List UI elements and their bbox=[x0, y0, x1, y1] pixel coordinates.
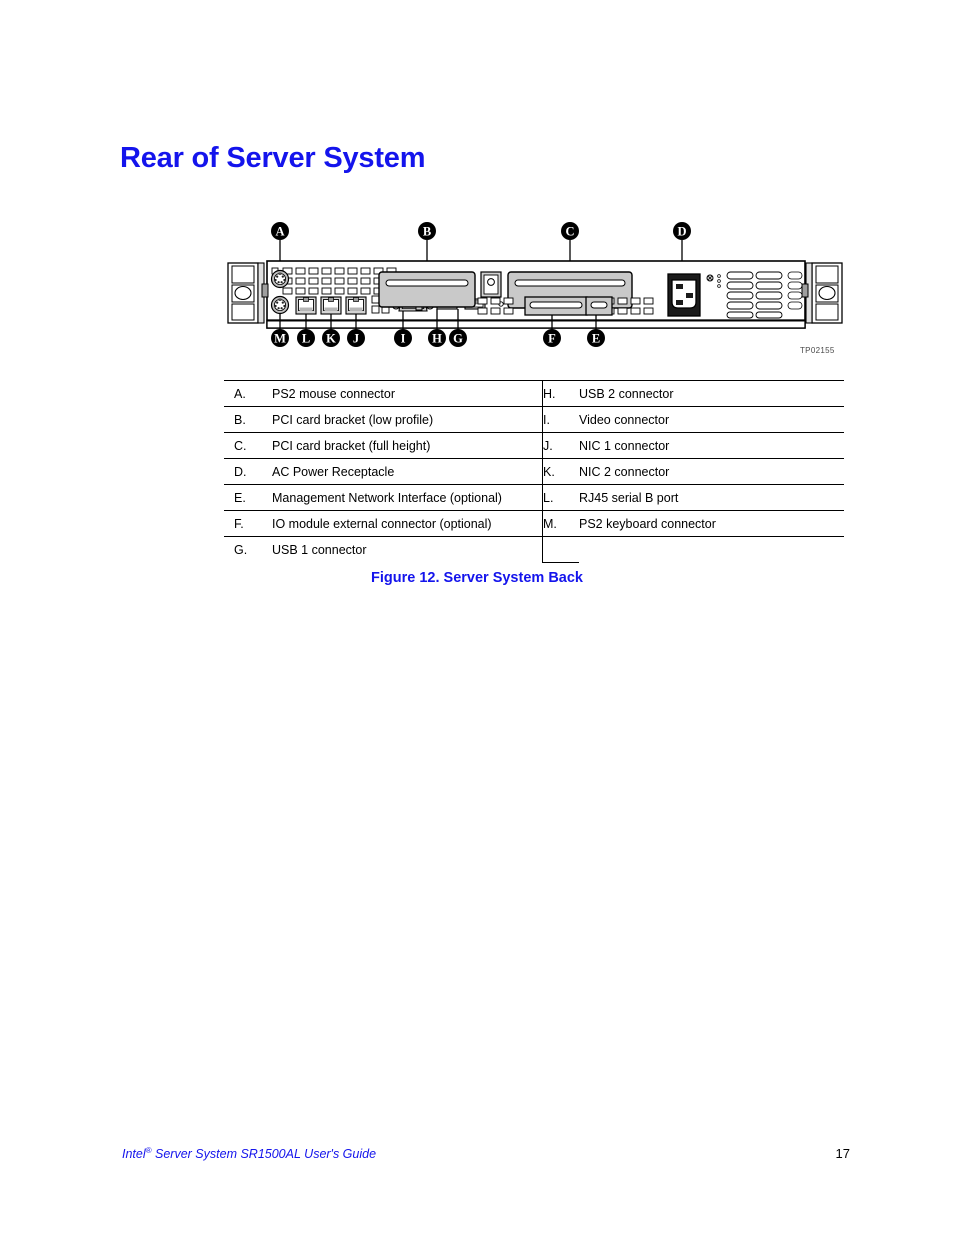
rack-ear-right bbox=[801, 262, 843, 324]
callout-bubble-f: F bbox=[543, 329, 561, 347]
io-module-connector bbox=[524, 296, 588, 316]
legend-key-g: G. bbox=[224, 536, 272, 563]
legend-key-m: M. bbox=[542, 510, 579, 537]
legend-label-g: USB 1 connector bbox=[272, 536, 543, 563]
footer-title-suffix: Server System SR1500AL User's Guide bbox=[151, 1147, 377, 1162]
table-row: A. PS2 mouse connector H. USB 2 connecto… bbox=[224, 380, 844, 407]
pci-bracket-low-profile bbox=[378, 271, 476, 311]
callout-bubble-m: M bbox=[271, 329, 289, 347]
table-row: G. USB 1 connector bbox=[224, 536, 844, 563]
callout-bubble-i: I bbox=[394, 329, 412, 347]
legend-label-k: NIC 2 connector bbox=[579, 458, 844, 485]
legend-label-a: PS2 mouse connector bbox=[272, 380, 543, 407]
svg-text:L: L bbox=[302, 332, 310, 346]
callout-bubble-h: H bbox=[428, 329, 446, 347]
svg-text:I: I bbox=[401, 332, 406, 346]
svg-text:D: D bbox=[677, 225, 686, 239]
legend-key-k: K. bbox=[542, 458, 579, 485]
legend-key-b: B. bbox=[224, 406, 272, 433]
svg-text:F: F bbox=[548, 332, 556, 346]
table-row: D. AC Power Receptacle K. NIC 2 connecto… bbox=[224, 458, 844, 485]
legend-label-blank bbox=[579, 536, 844, 563]
figure-legend-table: A. PS2 mouse connector H. USB 2 connecto… bbox=[224, 380, 844, 563]
ac-power-receptacle bbox=[667, 273, 701, 317]
table-row: F. IO module external connector (optiona… bbox=[224, 510, 844, 537]
management-network-port bbox=[585, 296, 613, 316]
page-title: Rear of Server System bbox=[120, 142, 426, 174]
callout-bubble-a: A bbox=[271, 222, 289, 240]
svg-text:H: H bbox=[432, 332, 442, 346]
legend-label-f: IO module external connector (optional) bbox=[272, 510, 543, 537]
callout-bubble-j: J bbox=[347, 329, 365, 347]
svg-text:J: J bbox=[353, 332, 359, 346]
callout-bubble-l: L bbox=[297, 329, 315, 347]
legend-label-b: PCI card bracket (low profile) bbox=[272, 406, 543, 433]
figure-id-label: TP02155 bbox=[800, 346, 835, 355]
page-number: 17 bbox=[835, 1146, 850, 1161]
legend-key-d: D. bbox=[224, 458, 272, 485]
callout-bubble-d: D bbox=[673, 222, 691, 240]
svg-text:B: B bbox=[423, 225, 431, 239]
footer-document-title: Intel® Server System SR1500AL User's Gui… bbox=[122, 1146, 376, 1161]
ps2-mouse-port bbox=[270, 269, 290, 289]
legend-key-e: E. bbox=[224, 484, 272, 511]
callout-bubble-b: B bbox=[418, 222, 436, 240]
legend-label-c: PCI card bracket (full height) bbox=[272, 432, 543, 459]
rj45-serial-b-port bbox=[295, 296, 317, 315]
legend-key-a: A. bbox=[224, 380, 272, 407]
svg-text:M: M bbox=[274, 332, 286, 346]
server-rear-figure: A B C D M L K J I H G F E bbox=[220, 210, 850, 360]
svg-text:C: C bbox=[565, 225, 574, 239]
table-row: B. PCI card bracket (low profile) I. Vid… bbox=[224, 406, 844, 433]
legend-key-f: F. bbox=[224, 510, 272, 537]
nic-1-port bbox=[345, 296, 367, 315]
legend-key-i: I. bbox=[542, 406, 579, 433]
svg-text:E: E bbox=[592, 332, 600, 346]
svg-text:K: K bbox=[326, 332, 336, 346]
callout-bubble-k: K bbox=[322, 329, 340, 347]
svg-text:G: G bbox=[453, 332, 463, 346]
legend-key-j: J. bbox=[542, 432, 579, 459]
legend-label-h: USB 2 connector bbox=[579, 380, 844, 407]
table-row: E. Management Network Interface (optiona… bbox=[224, 484, 844, 511]
legend-label-m: PS2 keyboard connector bbox=[579, 510, 844, 537]
legend-label-l: RJ45 serial B port bbox=[579, 484, 844, 511]
legend-label-e: Management Network Interface (optional) bbox=[272, 484, 543, 511]
legend-key-h: H. bbox=[542, 380, 579, 407]
nic-2-port bbox=[320, 296, 342, 315]
callout-bubble-e: E bbox=[587, 329, 605, 347]
footer-title-prefix: Intel bbox=[122, 1147, 146, 1162]
legend-label-j: NIC 1 connector bbox=[579, 432, 844, 459]
table-row: C. PCI card bracket (full height) J. NIC… bbox=[224, 432, 844, 459]
callout-bubble-g: G bbox=[449, 329, 467, 347]
legend-key-l: L. bbox=[542, 484, 579, 511]
legend-key-blank bbox=[542, 536, 579, 563]
legend-key-c: C. bbox=[224, 432, 272, 459]
svg-text:A: A bbox=[275, 225, 284, 239]
legend-label-d: AC Power Receptacle bbox=[272, 458, 543, 485]
server-rear-diagram: A B C D M L K J I H G F E bbox=[227, 222, 843, 347]
legend-label-i: Video connector bbox=[579, 406, 844, 433]
callout-bubble-c: C bbox=[561, 222, 579, 240]
rack-ear-left bbox=[227, 262, 269, 324]
ps2-keyboard-port bbox=[270, 295, 290, 315]
figure-caption: Figure 12. Server System Back bbox=[371, 570, 583, 586]
